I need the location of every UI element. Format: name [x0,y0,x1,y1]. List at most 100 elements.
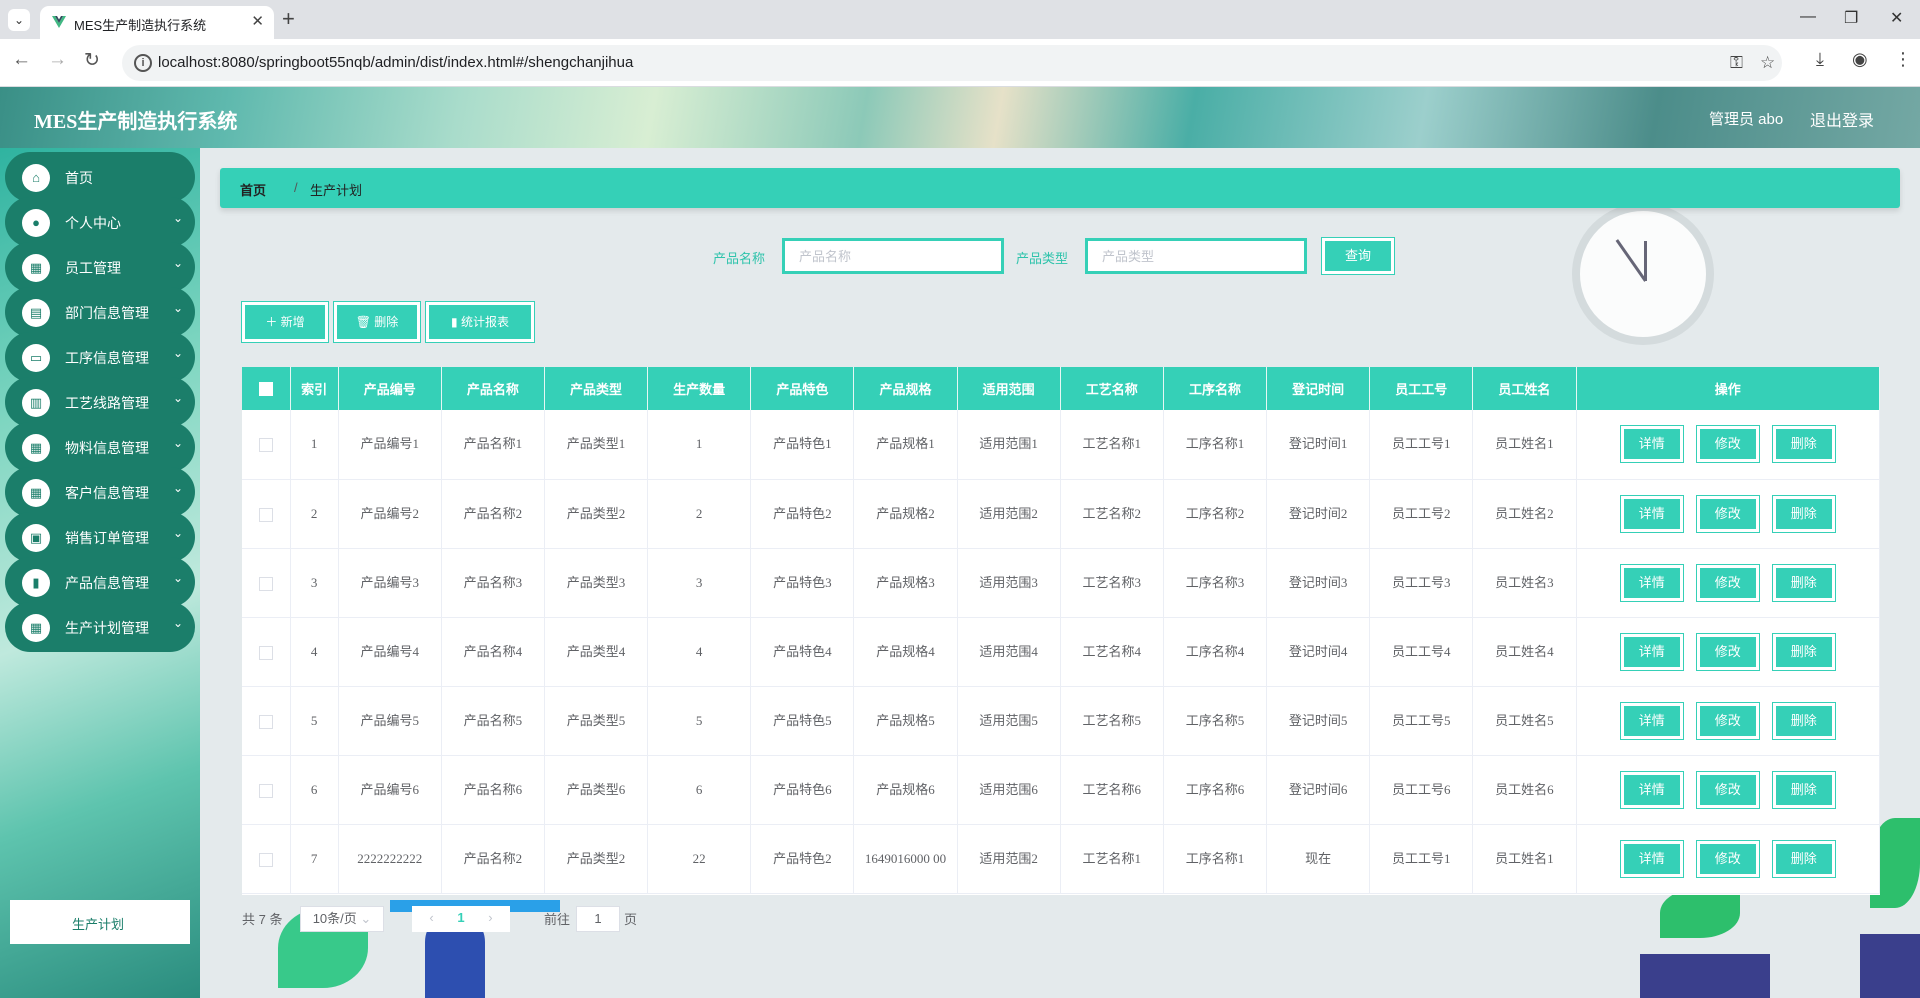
breadcrumb-home[interactable]: 首页 [240,180,266,199]
edit-button[interactable]: 修改 [1695,425,1760,464]
bookmark-star-icon[interactable]: ☆ [1760,53,1775,73]
row-select-cell[interactable] [242,755,291,825]
sidebar-item[interactable]: ▦ 员工管理 ⌄ [5,242,195,292]
table-cell: 产品名称2 [441,479,545,549]
row-delete-button[interactable]: 删除 [1771,494,1836,533]
address-bar[interactable]: i localhost:8080/springboot55nqb/admin/d… [122,45,1782,81]
goto-page-input[interactable]: 1 [576,906,620,932]
product-type-input[interactable] [1085,238,1307,274]
detail-button[interactable]: 详情 [1619,563,1684,602]
select-all-cell[interactable] [242,367,291,410]
table-cell: 登记时间4 [1266,617,1371,687]
row-checkbox[interactable] [258,438,273,453]
tab-search-button[interactable]: ⌄ [8,9,30,31]
row-select-cell[interactable] [242,548,291,618]
row-checkbox[interactable] [258,645,273,660]
product-name-input[interactable] [782,238,1004,274]
new-tab-button[interactable]: + [282,7,295,31]
row-checkbox[interactable] [258,714,273,729]
select-all-checkbox[interactable] [258,382,273,397]
table-cell: 适用范围3 [957,548,1061,618]
edit-button[interactable]: 修改 [1695,701,1760,740]
back-icon[interactable]: ← [12,49,31,71]
restore-icon[interactable]: ❐ [1844,8,1858,28]
page-size-select[interactable]: 10条/页 ⌄ [300,906,384,932]
row-checkbox[interactable] [258,852,273,867]
logout-link[interactable]: 退出登录 [1810,107,1874,131]
row-delete-button[interactable]: 删除 [1771,770,1836,809]
add-button-label: 新增 [280,315,305,329]
table-cell: 产品编号3 [338,548,442,618]
edit-button[interactable]: 修改 [1695,494,1760,533]
chevron-down-icon: ⌄ [172,256,183,270]
browser-tab[interactable]: MES生产制造执行系统 ✕ [40,6,274,39]
table-cell: 产品类型3 [544,548,649,618]
edit-button[interactable]: 修改 [1695,563,1760,602]
profile-icon[interactable]: ◉ [1852,49,1868,70]
row-delete-button[interactable]: 删除 [1771,632,1836,671]
sidebar-item[interactable]: ▦ 客户信息管理 ⌄ [5,467,195,517]
sidebar-item[interactable]: ▭ 工序信息管理 ⌄ [5,332,195,382]
table-cell: 产品类型5 [544,686,649,756]
password-key-icon[interactable]: ⚿ [1730,53,1743,73]
row-delete-button[interactable]: 删除 [1771,839,1836,878]
download-icon[interactable]: ⤓ [1816,49,1824,70]
detail-button[interactable]: 详情 [1619,839,1684,878]
sidebar-item[interactable]: ▥ 工艺线路管理 ⌄ [5,377,195,427]
row-select-cell[interactable] [242,824,291,894]
row-actions-cell: 详情 修改 删除 [1576,755,1880,825]
minimize-icon[interactable]: — [1800,8,1816,26]
row-checkbox[interactable] [258,576,273,591]
close-window-icon[interactable]: ✕ [1890,8,1903,28]
current-page-number[interactable]: 1 [457,910,464,925]
menu-kebab-icon[interactable]: ⋮ [1894,49,1912,70]
clipboard-icon: ▥ [22,389,50,417]
reload-icon[interactable]: ↻ [84,49,100,72]
table-cell: 适用范围1 [957,410,1061,480]
sidebar-item[interactable]: ⌂ 首页 [5,152,195,202]
tab-close-icon[interactable]: ✕ [251,12,264,30]
detail-button[interactable]: 详情 [1619,632,1684,671]
row-select-cell[interactable] [242,617,291,687]
report-button[interactable]: ▮ 统计报表 [425,301,535,343]
table-cell: 2 [647,479,752,549]
sidebar-item-label: 首页 [65,170,93,186]
edit-button[interactable]: 修改 [1695,839,1760,878]
sidebar-item[interactable]: ▦ 物料信息管理 ⌄ [5,422,195,472]
detail-button[interactable]: 详情 [1619,701,1684,740]
sidebar-item-label: 生产计划管理 [65,620,149,636]
table-cell: 员工工号3 [1369,548,1474,618]
edit-button[interactable]: 修改 [1695,632,1760,671]
sidebar-item[interactable]: ▮ 产品信息管理 ⌄ [5,557,195,607]
table-cell: 工艺名称2 [1060,479,1164,549]
row-checkbox[interactable] [258,783,273,798]
table-cell: 工序名称1 [1163,410,1268,480]
site-info-icon[interactable]: i [134,54,152,72]
table-cell: 22 [647,824,752,894]
next-page-icon[interactable]: › [488,910,492,925]
row-checkbox[interactable] [258,507,273,522]
search-button[interactable]: 查询 [1321,237,1395,275]
row-select-cell[interactable] [242,410,291,480]
row-delete-button[interactable]: 删除 [1771,563,1836,602]
sidebar-item[interactable]: ▣ 销售订单管理 ⌄ [5,512,195,562]
detail-button[interactable]: 详情 [1619,770,1684,809]
submenu-item-production-plan[interactable]: 生产计划 [10,900,190,944]
row-select-cell[interactable] [242,686,291,756]
row-select-cell[interactable] [242,479,291,549]
detail-button[interactable]: 详情 [1619,494,1684,533]
table-cell: 3 [647,548,752,618]
sidebar-item[interactable]: ▦ 生产计划管理 ⌄ [5,602,195,652]
row-delete-button[interactable]: 删除 [1771,701,1836,740]
table-cell: 工序名称3 [1163,548,1268,618]
forward-icon[interactable]: → [48,49,67,71]
prev-page-icon[interactable]: ‹ [429,910,433,925]
table-cell: 产品编号5 [338,686,442,756]
edit-button[interactable]: 修改 [1695,770,1760,809]
row-delete-button[interactable]: 删除 [1771,425,1836,464]
batch-delete-button[interactable]: 🗑 删除 [333,301,421,343]
add-button[interactable]: ＋ 新增 [241,301,329,343]
detail-button[interactable]: 详情 [1619,425,1684,464]
sidebar-item[interactable]: ● 个人中心 ⌄ [5,197,195,247]
sidebar-item[interactable]: ▤ 部门信息管理 ⌄ [5,287,195,337]
